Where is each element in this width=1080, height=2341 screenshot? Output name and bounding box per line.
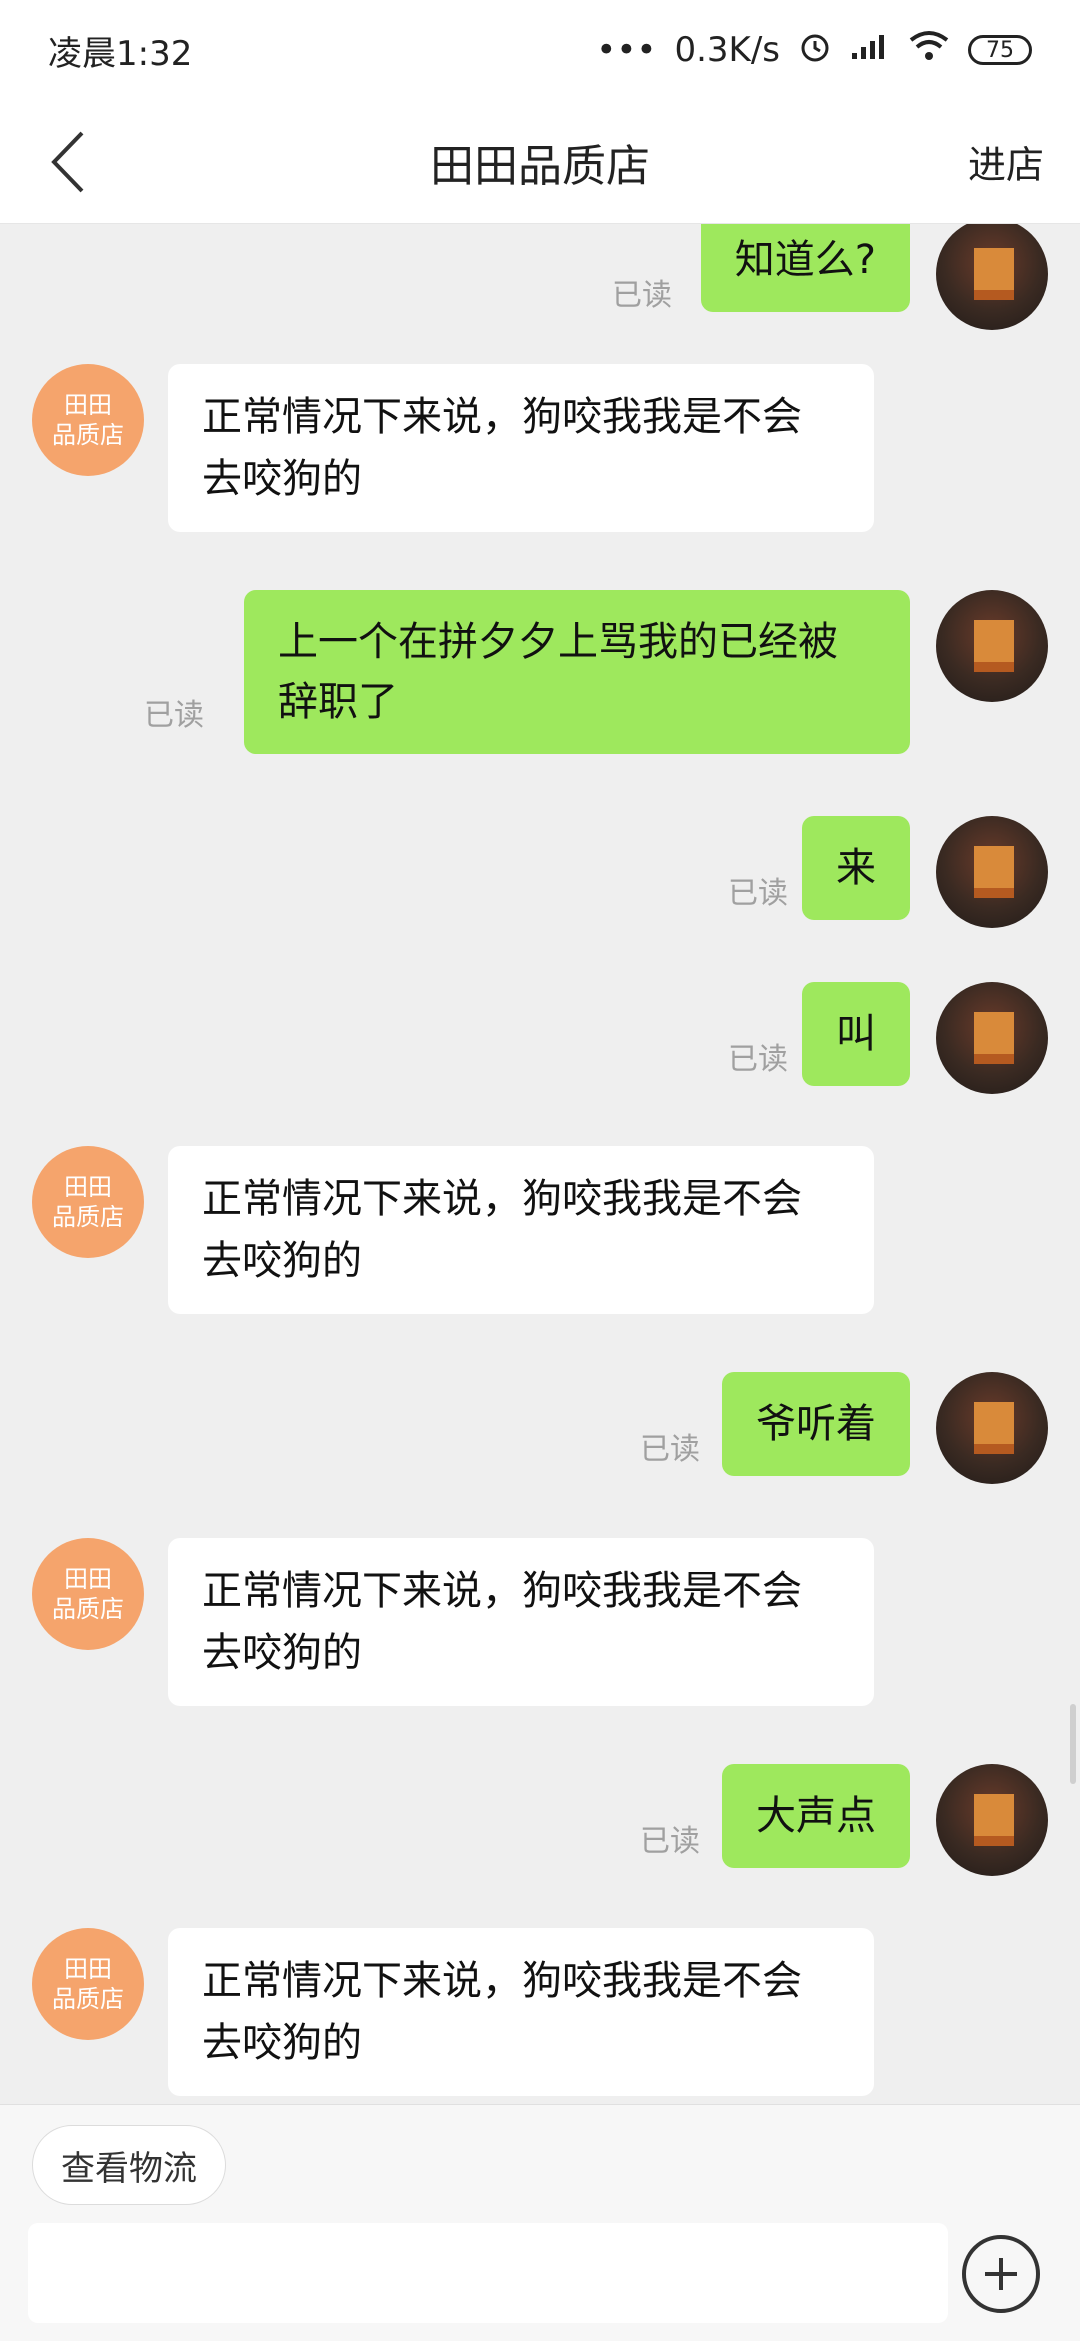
plus-circle-icon[interactable]	[962, 2235, 1040, 2313]
back-arrow-icon	[51, 131, 84, 192]
shop-avatar-text: 田田	[64, 1565, 112, 1593]
user-avatar[interactable]	[936, 1372, 1048, 1484]
status-icons: ••• 0.3K/s 75	[596, 29, 1032, 72]
signal-icon	[850, 30, 890, 70]
message-input[interactable]	[28, 2223, 948, 2323]
message-row: 田田 品质店 正常情况下来说，狗咬我我是不会去咬狗的	[0, 1538, 1080, 1706]
read-status: 已读	[144, 698, 204, 733]
message-bubble-shop[interactable]: 正常情况下来说，狗咬我我是不会去咬狗的	[168, 1928, 874, 2096]
message-bubble-self[interactable]: 上一个在拼夕夕上骂我的已经被辞职了	[244, 590, 910, 754]
view-logistics-button[interactable]: 查看物流	[32, 2125, 226, 2205]
message-bubble-self[interactable]: 叫	[802, 982, 910, 1086]
status-time: 凌晨1:32	[48, 33, 193, 74]
message-row: 田田 品质店 正常情况下来说，狗咬我我是不会去咬狗的	[0, 1146, 1080, 1314]
wifi-icon	[908, 30, 950, 71]
message-bubble-shop[interactable]: 正常情况下来说，狗咬我我是不会去咬狗的	[168, 1538, 874, 1706]
shop-avatar[interactable]: 田田 品质店	[32, 364, 144, 476]
user-avatar[interactable]	[936, 1764, 1048, 1876]
message-bubble-self[interactable]: 来	[802, 816, 910, 920]
message-row: 已读 上一个在拼夕夕上骂我的已经被辞职了	[0, 590, 1080, 754]
shop-avatar-text: 品质店	[52, 1595, 124, 1623]
message-bubble-self[interactable]: 大声点	[722, 1764, 910, 1868]
user-avatar[interactable]	[936, 982, 1048, 1094]
read-status: 已读	[640, 1824, 700, 1859]
top-nav: 田田品质店 进店	[0, 100, 1080, 224]
message-row: 已读 大声点	[0, 1764, 1080, 1876]
message-row: 已读 叫	[0, 982, 1080, 1094]
shop-avatar[interactable]: 田田 品质店	[32, 1538, 144, 1650]
message-list[interactable]: 已读 知道么? 田田 品质店 正常情况下来说，狗咬我我是不会去咬狗的 已读 上一…	[0, 224, 1080, 2104]
shop-avatar-text: 品质店	[52, 1985, 124, 2013]
user-avatar[interactable]	[936, 816, 1048, 928]
user-avatar[interactable]	[936, 590, 1048, 702]
read-status: 已读	[640, 1432, 700, 1467]
message-bubble-self[interactable]: 爷听着	[722, 1372, 910, 1476]
scrollbar[interactable]	[1070, 1704, 1076, 1784]
more-dots-icon: •••	[596, 30, 657, 70]
shop-avatar-text: 品质店	[52, 421, 124, 449]
user-avatar[interactable]	[936, 224, 1048, 330]
shop-avatar-text: 田田	[64, 391, 112, 419]
plus-icon	[985, 2258, 1017, 2290]
shop-avatar-text: 田田	[64, 1955, 112, 1983]
message-bubble-self[interactable]: 知道么?	[700, 224, 910, 312]
shop-avatar[interactable]: 田田 品质店	[32, 1928, 144, 2040]
status-bar: 凌晨1:32 ••• 0.3K/s 75	[0, 0, 1080, 100]
network-speed: 0.3K/s	[674, 30, 780, 70]
message-row: 已读 爷听着	[0, 1372, 1080, 1484]
message-bubble-shop[interactable]: 正常情况下来说，狗咬我我是不会去咬狗的	[168, 364, 874, 532]
read-status: 已读	[612, 278, 672, 313]
enter-store-button[interactable]: 进店	[968, 134, 1044, 189]
battery-icon: 75	[968, 35, 1032, 65]
message-row: 田田 品质店 正常情况下来说，狗咬我我是不会去咬狗的	[0, 364, 1080, 532]
message-row: 已读 知道么?	[0, 224, 1080, 330]
message-row: 已读 来	[0, 816, 1080, 928]
shop-avatar-text: 品质店	[52, 1203, 124, 1231]
read-status: 已读	[728, 876, 788, 911]
bottom-bar: 查看物流	[0, 2104, 1080, 2341]
shop-avatar-text: 田田	[64, 1173, 112, 1201]
message-bubble-shop[interactable]: 正常情况下来说，狗咬我我是不会去咬狗的	[168, 1146, 874, 1314]
page-title: 田田品质店	[430, 140, 650, 192]
message-row: 田田 品质店 正常情况下来说，狗咬我我是不会去咬狗的	[0, 1928, 1080, 2096]
alarm-icon	[798, 29, 832, 72]
read-status: 已读	[728, 1042, 788, 1077]
shop-avatar[interactable]: 田田 品质店	[32, 1146, 144, 1258]
back-button[interactable]	[36, 130, 100, 194]
